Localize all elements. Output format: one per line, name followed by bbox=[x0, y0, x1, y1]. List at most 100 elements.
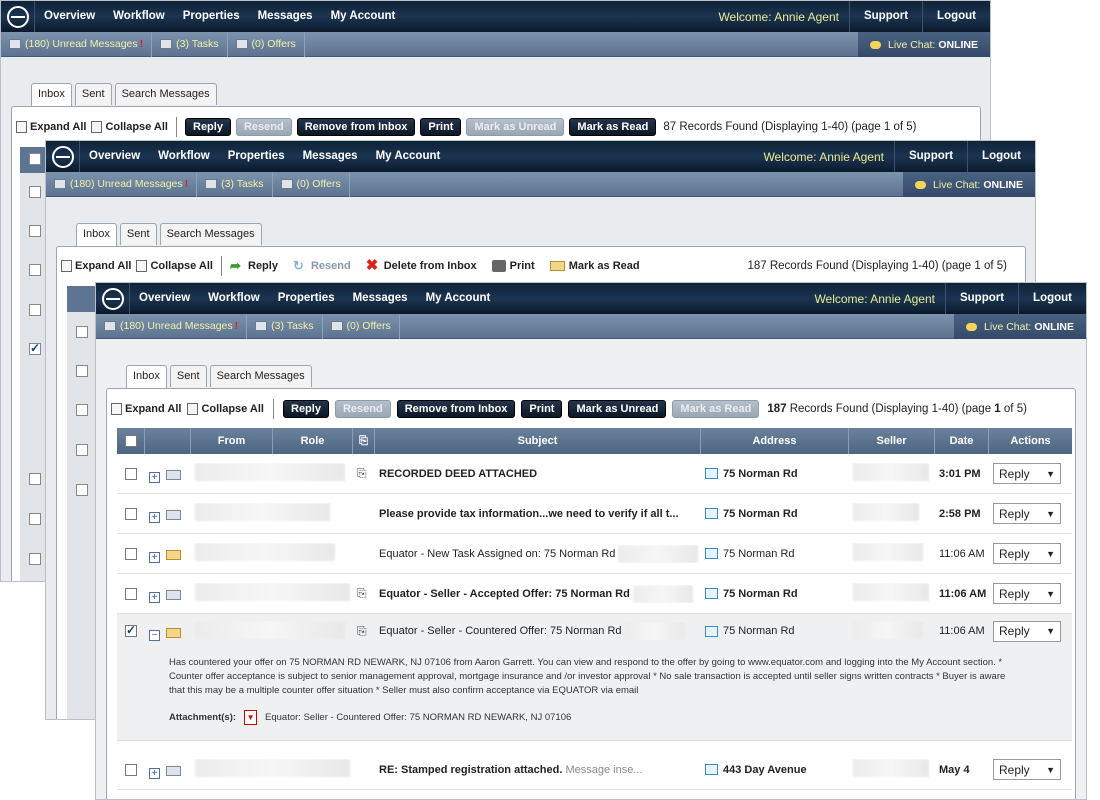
attachment-link[interactable]: Equator: Seller - Countered Offer: 75 NO… bbox=[265, 711, 571, 725]
nav-properties[interactable]: Properties bbox=[269, 283, 344, 314]
message-address[interactable]: 75 Norman Rd bbox=[701, 588, 849, 600]
tasks-link[interactable]: (3) Tasks bbox=[152, 31, 228, 57]
reply-dropdown[interactable]: Reply ▼ bbox=[993, 463, 1061, 484]
tab-sent[interactable]: Sent bbox=[119, 223, 157, 245]
row-checkbox[interactable] bbox=[29, 264, 41, 276]
message-address[interactable]: 443 Day Avenue bbox=[701, 764, 849, 776]
message-address[interactable]: 75 Norman Rd bbox=[701, 468, 849, 480]
col-role[interactable]: Role bbox=[273, 428, 353, 454]
row-checkbox[interactable] bbox=[76, 404, 88, 416]
reply-button[interactable]: Reply bbox=[283, 400, 329, 418]
row-checkbox[interactable] bbox=[125, 587, 137, 600]
row-checkbox[interactable] bbox=[125, 625, 137, 638]
reply-dropdown[interactable]: Reply ▼ bbox=[993, 543, 1061, 564]
mark-read-button[interactable]: Mark as Read bbox=[549, 260, 640, 272]
col-subject[interactable]: Subject bbox=[375, 428, 701, 454]
tab-inbox[interactable]: Inbox bbox=[76, 223, 117, 247]
delete-from-inbox-button[interactable]: ✖ Delete from Inbox bbox=[366, 258, 477, 273]
resend-button[interactable]: ↻ Resend bbox=[293, 259, 351, 272]
offers-link[interactable]: (0) Offers bbox=[228, 31, 305, 57]
logout-link[interactable]: Logout bbox=[922, 1, 990, 32]
table-row[interactable]: + ⎘ RECORDED DEED ATTACHED 75 Norman Rd … bbox=[117, 454, 1072, 494]
row-checkbox[interactable] bbox=[29, 225, 41, 237]
mark-read-button[interactable]: Mark as Read bbox=[569, 118, 657, 136]
select-all-checkbox[interactable] bbox=[124, 435, 137, 448]
collapse-all-link[interactable]: Collapse All bbox=[91, 121, 168, 133]
message-address[interactable]: 75 Norman Rd bbox=[701, 508, 849, 520]
message-address[interactable]: 75 Norman Rd bbox=[701, 625, 849, 637]
tab-search-messages[interactable]: Search Messages bbox=[114, 83, 217, 105]
table-row[interactable]: + Equator - New Task Assigned on: 75 Nor… bbox=[117, 534, 1072, 574]
row-checkbox[interactable] bbox=[29, 341, 41, 355]
col-actions[interactable]: Actions bbox=[989, 428, 1072, 454]
expand-row-icon[interactable]: + bbox=[149, 472, 160, 483]
unread-messages-link[interactable]: (180) Unread Messages! bbox=[46, 171, 198, 197]
reply-dropdown[interactable]: Reply ▼ bbox=[993, 620, 1061, 642]
expand-all-link[interactable]: Expand All bbox=[16, 121, 86, 133]
table-row-selected[interactable]: − ⎘ Equator - Seller - Countered Offer: … bbox=[117, 614, 1072, 648]
reply-dropdown[interactable]: Reply ▼ bbox=[993, 759, 1061, 780]
row-checkbox[interactable] bbox=[29, 513, 41, 525]
row-checkbox[interactable] bbox=[76, 444, 88, 456]
tasks-link[interactable]: (3) Tasks bbox=[247, 313, 323, 339]
support-link[interactable]: Support bbox=[848, 1, 922, 32]
tab-search-messages[interactable]: Search Messages bbox=[209, 365, 312, 387]
message-subject[interactable]: RECORDED DEED ATTACHED bbox=[375, 468, 701, 480]
resend-button[interactable]: Resend bbox=[334, 400, 391, 418]
nav-workflow[interactable]: Workflow bbox=[104, 1, 174, 32]
logout-link[interactable]: Logout bbox=[1018, 283, 1086, 314]
live-chat[interactable]: Live Chat: ONLINE bbox=[903, 172, 1035, 197]
col-seller[interactable]: Seller bbox=[849, 428, 935, 454]
support-link[interactable]: Support bbox=[944, 283, 1018, 314]
message-subject[interactable]: Please provide tax information...we need… bbox=[375, 508, 701, 520]
expand-row-icon[interactable]: + bbox=[149, 512, 160, 523]
table-row[interactable]: + ⎘ Equator - Seller - Accepted Offer: 7… bbox=[117, 574, 1072, 614]
table-row[interactable]: + RE: Stamped registration attached. Mes… bbox=[117, 750, 1072, 790]
nav-my-account[interactable]: My Account bbox=[367, 141, 450, 172]
nav-my-account[interactable]: My Account bbox=[322, 1, 405, 32]
tasks-link[interactable]: (3) Tasks bbox=[197, 171, 273, 197]
nav-properties[interactable]: Properties bbox=[174, 1, 249, 32]
row-checkbox[interactable] bbox=[125, 467, 137, 480]
message-subject[interactable]: Equator - Seller - Countered Offer: 75 N… bbox=[375, 622, 701, 640]
row-checkbox[interactable] bbox=[29, 153, 41, 165]
col-from[interactable]: From bbox=[191, 428, 273, 454]
row-checkbox[interactable] bbox=[29, 304, 41, 316]
row-checkbox[interactable] bbox=[76, 484, 88, 496]
mark-unread-button[interactable]: Mark as Unread bbox=[568, 400, 667, 418]
collapse-all-link[interactable]: Collapse All bbox=[136, 260, 213, 272]
message-address[interactable]: 75 Norman Rd bbox=[701, 548, 849, 560]
mark-unread-button[interactable]: Mark as Unread bbox=[466, 118, 565, 136]
nav-workflow[interactable]: Workflow bbox=[149, 141, 219, 172]
unread-messages-link[interactable]: (180) Unread Messages! bbox=[1, 31, 153, 57]
live-chat[interactable]: Live Chat: ONLINE bbox=[858, 32, 990, 57]
nav-messages[interactable]: Messages bbox=[344, 283, 417, 314]
expand-all-link[interactable]: Expand All bbox=[111, 403, 181, 415]
row-checkbox[interactable] bbox=[29, 186, 41, 198]
message-subject[interactable]: RE: Stamped registration attached. Messa… bbox=[375, 764, 701, 776]
row-checkbox[interactable] bbox=[76, 326, 88, 338]
reply-button[interactable]: Reply bbox=[185, 118, 231, 136]
pdf-icon[interactable]: ▼ bbox=[244, 710, 258, 725]
support-link[interactable]: Support bbox=[893, 141, 967, 172]
row-checkbox[interactable] bbox=[76, 365, 88, 377]
table-row[interactable]: + Please provide tax information...we ne… bbox=[117, 494, 1072, 534]
row-checkbox[interactable] bbox=[29, 473, 41, 485]
nav-workflow[interactable]: Workflow bbox=[199, 283, 269, 314]
unread-messages-link[interactable]: (180) Unread Messages! bbox=[96, 313, 248, 339]
nav-overview[interactable]: Overview bbox=[130, 283, 199, 314]
print-button[interactable]: Print bbox=[491, 260, 535, 272]
offers-link[interactable]: (0) Offers bbox=[273, 171, 350, 197]
print-button[interactable]: Print bbox=[521, 400, 563, 418]
expand-all-link[interactable]: Expand All bbox=[61, 260, 131, 272]
collapse-row-icon[interactable]: − bbox=[149, 629, 160, 641]
tab-inbox[interactable]: Inbox bbox=[31, 83, 72, 107]
nav-overview[interactable]: Overview bbox=[35, 1, 104, 32]
reply-button[interactable]: ➦ Reply bbox=[230, 259, 278, 272]
resend-button[interactable]: Resend bbox=[235, 118, 292, 136]
tab-inbox[interactable]: Inbox bbox=[126, 365, 167, 389]
remove-from-inbox-button[interactable]: Remove from Inbox bbox=[296, 118, 416, 136]
tab-search-messages[interactable]: Search Messages bbox=[159, 223, 262, 245]
collapse-all-link[interactable]: Collapse All bbox=[187, 403, 264, 415]
col-address[interactable]: Address bbox=[701, 428, 849, 454]
